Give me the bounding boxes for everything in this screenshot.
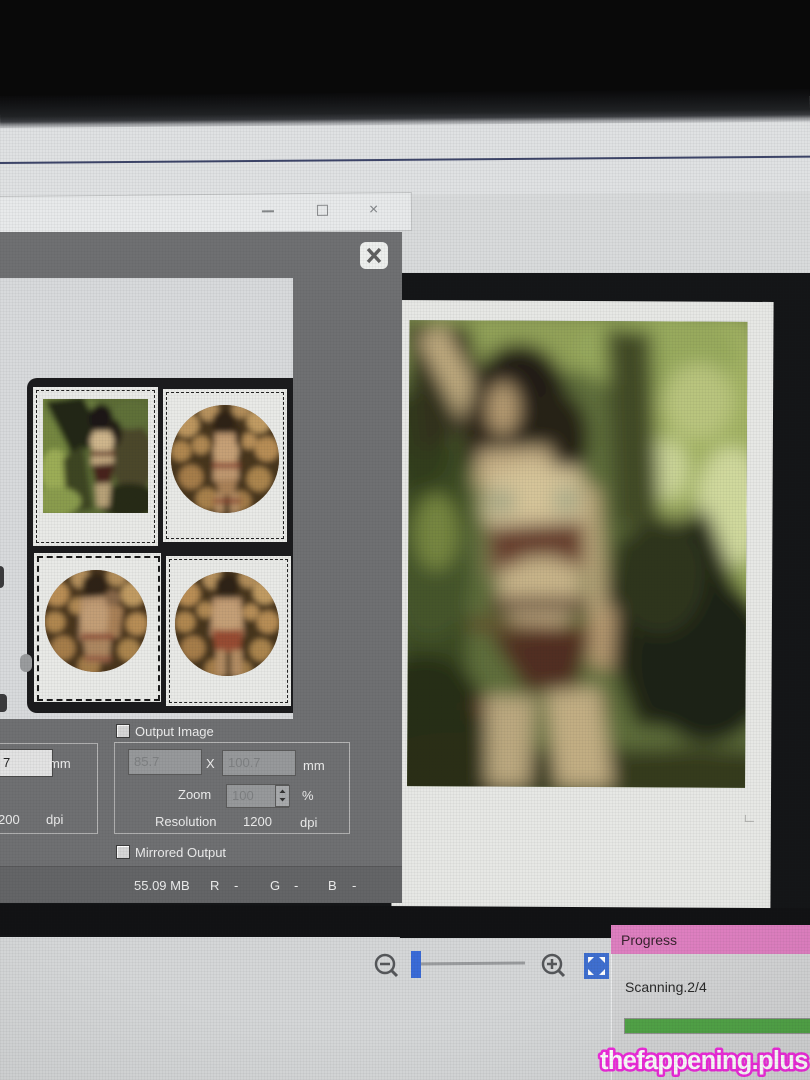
svg-text:thefappening.plus: thefappening.plus — [600, 1047, 808, 1075]
